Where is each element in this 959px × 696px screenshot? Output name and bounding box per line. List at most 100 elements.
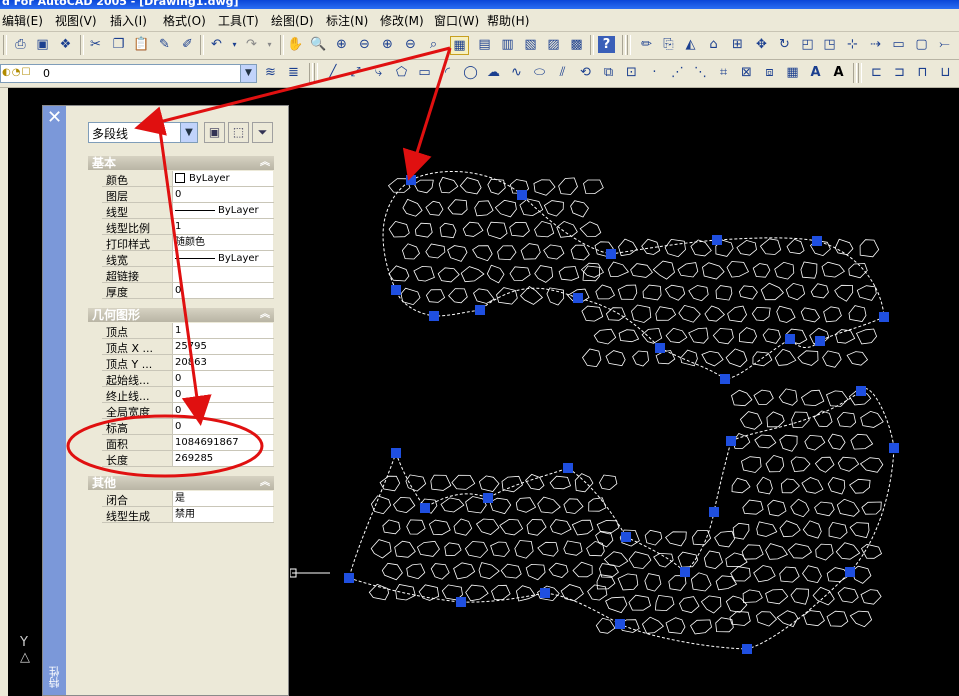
join-icon[interactable]: ▢	[913, 36, 930, 53]
quickcalc-icon[interactable]: ▩	[568, 36, 585, 53]
toggle-pickadd-icon[interactable]: ▣	[204, 122, 225, 143]
menu-tools[interactable]: 工具(T)	[218, 12, 259, 29]
dimension-style-icon[interactable]: ⊏	[868, 64, 885, 81]
polyline-icon[interactable]: ⤷	[370, 64, 387, 81]
move-icon[interactable]: ✥	[753, 36, 770, 53]
menu-draw[interactable]: 绘图(D)	[271, 12, 314, 29]
copy-icon[interactable]: ❐	[110, 36, 127, 53]
grip[interactable]	[344, 573, 354, 583]
zoom-realtime-icon[interactable]: 🔍	[310, 36, 327, 53]
select-objects-icon[interactable]: ⬚	[228, 122, 249, 143]
grip[interactable]	[845, 567, 855, 577]
grip[interactable]	[726, 436, 736, 446]
stretch-icon[interactable]: ◳	[821, 36, 838, 53]
point-single-icon[interactable]: ·	[646, 64, 663, 81]
grip[interactable]	[720, 374, 730, 384]
grip[interactable]	[785, 334, 795, 344]
grip[interactable]	[856, 386, 866, 396]
grip[interactable]	[540, 588, 550, 598]
menu-dimension[interactable]: 标注(N)	[326, 12, 368, 29]
match-properties-icon[interactable]: ✎	[156, 36, 173, 53]
prop-value-vertex-y[interactable]: 20863	[172, 355, 273, 370]
spline-icon[interactable]: ∿	[508, 64, 525, 81]
prop-row-end-width[interactable]: 终止线... 0	[102, 387, 274, 403]
prop-value-closed[interactable]: 是	[172, 491, 273, 506]
array-icon[interactable]: ⊞	[729, 36, 746, 53]
chevron-down-icon[interactable]: ▼	[240, 65, 256, 82]
zoom-out-icon[interactable]: ⊖	[402, 36, 419, 53]
boundary-icon[interactable]: ⊠	[738, 64, 755, 81]
object-type-dropdown[interactable]: 多段线 ▼	[88, 122, 198, 143]
prop-value-lineweight[interactable]: ByLayer	[172, 251, 273, 266]
menu-window[interactable]: 窗口(W)	[434, 12, 479, 29]
revision-cloud-icon[interactable]: ☁	[485, 64, 502, 81]
collapse-icon[interactable]: ︽	[260, 476, 270, 490]
prop-row-start-width[interactable]: 起始线... 0	[102, 371, 274, 387]
plot-style-icon[interactable]: ⊔	[937, 64, 954, 81]
design-center-icon[interactable]: ▤	[476, 36, 493, 53]
menu-view[interactable]: 视图(V)	[55, 12, 97, 29]
grip[interactable]	[517, 190, 527, 200]
menu-insert[interactable]: 插入(I)	[110, 12, 147, 29]
table-icon[interactable]: ▦	[784, 64, 801, 81]
block-editor-icon[interactable]: ✐	[179, 36, 196, 53]
section-misc[interactable]: 其他 ︽	[88, 476, 274, 490]
tool-palettes-icon[interactable]: ▥	[499, 36, 516, 53]
prop-row-vertex-y[interactable]: 顶点 Y ... 20863	[102, 355, 274, 371]
prop-value-linetype[interactable]: ByLayer	[172, 203, 273, 218]
layer-previous-icon[interactable]: ≣	[285, 64, 302, 81]
publish-icon[interactable]: ❖	[57, 36, 74, 53]
undo-icon[interactable]: ↶	[208, 36, 225, 53]
prop-value-linetype-scale[interactable]: 1	[172, 219, 273, 234]
collapse-icon[interactable]: ︽	[260, 308, 270, 322]
paste-icon[interactable]: 📋	[133, 36, 150, 53]
grip[interactable]	[406, 175, 416, 185]
prop-row-vertex-x[interactable]: 顶点 X ... 25795	[102, 339, 274, 355]
copy-object-icon[interactable]: ⎘	[660, 36, 677, 53]
prop-row-layer[interactable]: 图层 0	[102, 187, 274, 203]
zoom-in-icon[interactable]: ⊕	[379, 36, 396, 53]
collapse-icon[interactable]: ︽	[260, 156, 270, 170]
plot-icon[interactable]: ⎙	[12, 36, 29, 53]
grip[interactable]	[742, 644, 752, 654]
redo-icon[interactable]: ↷	[243, 36, 260, 53]
grip[interactable]	[655, 343, 665, 353]
section-geometry[interactable]: 几何图形 ︽	[88, 308, 274, 322]
prop-value-layer[interactable]: 0	[172, 187, 273, 202]
prop-value-linetype-generation[interactable]: 禁用	[172, 507, 273, 522]
prop-row-linetype[interactable]: 线型 ByLayer	[102, 203, 274, 219]
grip[interactable]	[391, 448, 401, 458]
grip[interactable]	[573, 293, 583, 303]
table-style-icon[interactable]: ⊓	[914, 64, 931, 81]
grip[interactable]	[483, 493, 493, 503]
plot-preview-icon[interactable]: ▣	[34, 36, 51, 53]
ellipse-icon[interactable]: ⬭	[531, 64, 548, 81]
cut-icon[interactable]: ✂	[87, 36, 104, 53]
grip[interactable]	[709, 507, 719, 517]
menu-modify[interactable]: 修改(M)	[380, 12, 424, 29]
prop-value-elevation[interactable]: 0	[172, 419, 273, 434]
grip[interactable]	[621, 532, 631, 542]
grip[interactable]	[429, 311, 439, 321]
scale-icon[interactable]: ◰	[799, 36, 816, 53]
prop-value-vertex[interactable]: 1	[172, 323, 273, 338]
polygon-icon[interactable]: ⬠	[393, 64, 410, 81]
sheet-set-manager-icon[interactable]: ▧	[522, 36, 539, 53]
construction-line-icon[interactable]: ⤢	[347, 64, 364, 81]
close-icon[interactable]: ✕	[46, 109, 63, 127]
rotate-icon[interactable]: ↻	[776, 36, 793, 53]
menu-format[interactable]: 格式(O)	[163, 12, 206, 29]
circle-icon[interactable]: ◯	[462, 64, 479, 81]
erase-icon[interactable]: ✏	[638, 36, 655, 53]
prop-row-thickness[interactable]: 厚度 0	[102, 283, 274, 299]
undo-dropdown-icon[interactable]: ▾	[226, 36, 243, 53]
prop-value-start-width[interactable]: 0	[172, 371, 273, 386]
drawing-canvas[interactable]	[290, 88, 959, 696]
redo-dropdown-icon[interactable]: ▾	[261, 36, 278, 53]
make-block-icon[interactable]: ⧉	[600, 64, 617, 81]
prop-value-hyperlink[interactable]	[172, 267, 273, 282]
help-icon[interactable]: ?	[598, 36, 615, 53]
menu-help[interactable]: 帮助(H)	[487, 12, 529, 29]
extend-icon[interactable]: ⇢	[867, 36, 884, 53]
prop-row-closed[interactable]: 闭合 是	[102, 491, 274, 507]
